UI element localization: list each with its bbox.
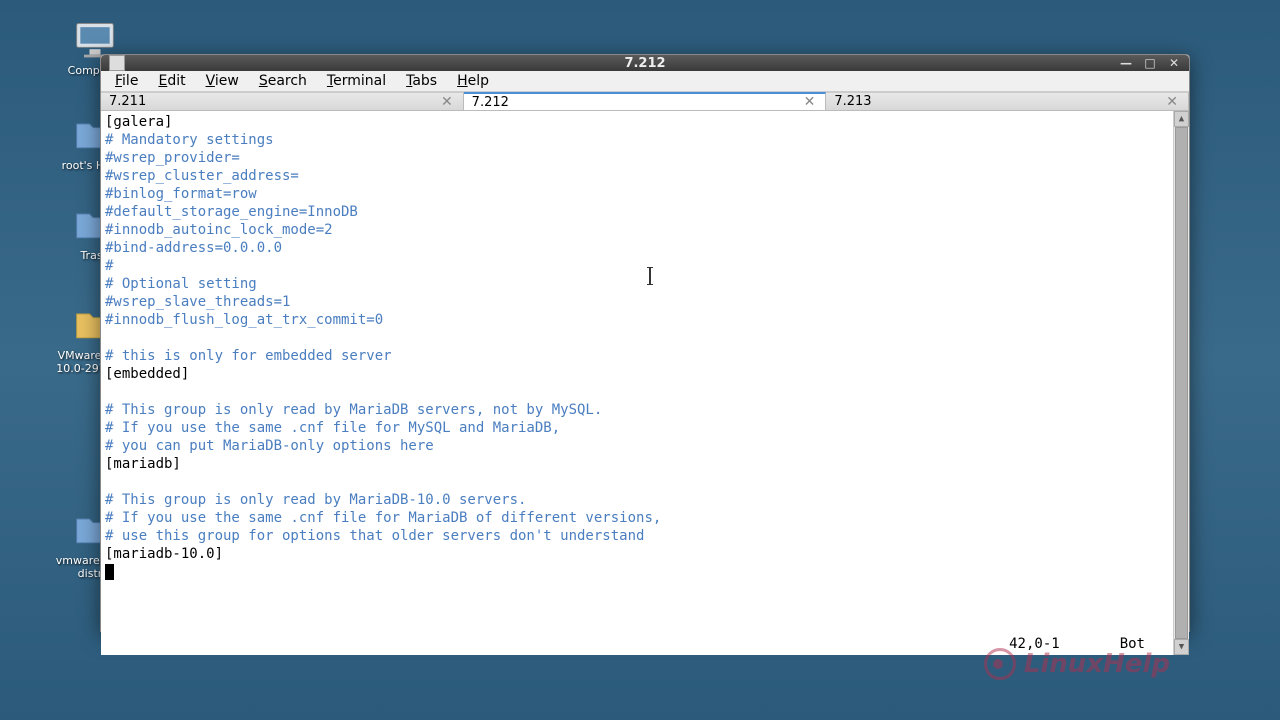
editor-line: # If you use the same .cnf file for Mari… <box>105 509 1169 527</box>
menu-help[interactable]: Help <box>447 71 499 91</box>
scroll-down-button[interactable]: ▼ <box>1174 639 1189 655</box>
terminal-content[interactable]: [galera]# Mandatory settings#wsrep_provi… <box>101 111 1173 655</box>
editor-line: [mariadb] <box>105 455 1169 473</box>
editor-line: #wsrep_slave_threads=1 <box>105 293 1169 311</box>
editor-line: #innodb_flush_log_at_trx_commit=0 <box>105 311 1169 329</box>
editor-line: # Optional setting <box>105 275 1169 293</box>
tabbar: 7.211 ✕ 7.212 ✕ 7.213 ✕ <box>101 92 1189 111</box>
menu-view[interactable]: View <box>196 71 249 91</box>
menu-edit[interactable]: Edit <box>148 71 195 91</box>
menubar: File Edit View Search Terminal Tabs Help <box>101 71 1189 92</box>
window-title: 7.212 <box>624 56 665 71</box>
menu-terminal[interactable]: Terminal <box>317 71 396 91</box>
terminal-area[interactable]: [galera]# Mandatory settings#wsrep_provi… <box>101 111 1189 655</box>
editor-line: #wsrep_provider= <box>105 149 1169 167</box>
watermark-text: LinuxHelp <box>1024 649 1170 679</box>
editor-line: # This group is only read by MariaDB ser… <box>105 401 1169 419</box>
tab-label: 7.212 <box>472 95 509 110</box>
editor-line: #bind-address=0.0.0.0 <box>105 239 1169 257</box>
tab-label: 7.211 <box>109 94 146 109</box>
editor-line: #innodb_autoinc_lock_mode=2 <box>105 221 1169 239</box>
close-icon[interactable]: ✕ <box>1164 94 1180 110</box>
editor-line: # this is only for embedded server <box>105 347 1169 365</box>
editor-line: [galera] <box>105 113 1169 131</box>
menu-file[interactable]: File <box>105 71 148 91</box>
terminal-icon <box>109 55 125 71</box>
tab-7211[interactable]: 7.211 ✕ <box>101 92 464 110</box>
menu-tabs[interactable]: Tabs <box>396 71 447 91</box>
menu-search[interactable]: Search <box>249 71 317 91</box>
editor-line: #default_storage_engine=InnoDB <box>105 203 1169 221</box>
editor-line <box>105 473 1169 491</box>
editor-line <box>105 329 1169 347</box>
tab-7213[interactable]: 7.213 ✕ <box>826 92 1189 110</box>
close-icon[interactable]: ✕ <box>802 94 818 110</box>
terminal-window: 7.212 — □ ✕ File Edit View Search Termin… <box>100 54 1190 632</box>
editor-line: # you can put MariaDB-only options here <box>105 437 1169 455</box>
tab-label: 7.213 <box>834 94 871 109</box>
editor-line: # <box>105 257 1169 275</box>
vim-cursor-block <box>105 564 114 580</box>
maximize-button[interactable]: □ <box>1141 55 1159 71</box>
close-icon[interactable]: ✕ <box>439 94 455 110</box>
text-cursor-icon <box>649 267 651 285</box>
editor-line: # Mandatory settings <box>105 131 1169 149</box>
scrollbar[interactable]: ▲ ▼ <box>1173 111 1189 655</box>
watermark: LinuxHelp <box>984 648 1170 680</box>
editor-line: #wsrep_cluster_address= <box>105 167 1169 185</box>
window-titlebar[interactable]: 7.212 — □ ✕ <box>101 55 1189 71</box>
editor-line <box>105 383 1169 401</box>
minimize-button[interactable]: — <box>1117 55 1135 71</box>
close-button[interactable]: ✕ <box>1165 55 1183 71</box>
editor-line: # This group is only read by MariaDB-10.… <box>105 491 1169 509</box>
scroll-up-button[interactable]: ▲ <box>1174 111 1189 127</box>
tab-7212[interactable]: 7.212 ✕ <box>464 92 827 110</box>
scroll-thumb[interactable] <box>1175 127 1188 639</box>
editor-line: # If you use the same .cnf file for MySQ… <box>105 419 1169 437</box>
editor-line: [mariadb-10.0] <box>105 545 1169 563</box>
editor-line: # use this group for options that older … <box>105 527 1169 545</box>
editor-line: [embedded] <box>105 365 1169 383</box>
linuxhelp-logo-icon <box>984 648 1016 680</box>
editor-line: #binlog_format=row <box>105 185 1169 203</box>
